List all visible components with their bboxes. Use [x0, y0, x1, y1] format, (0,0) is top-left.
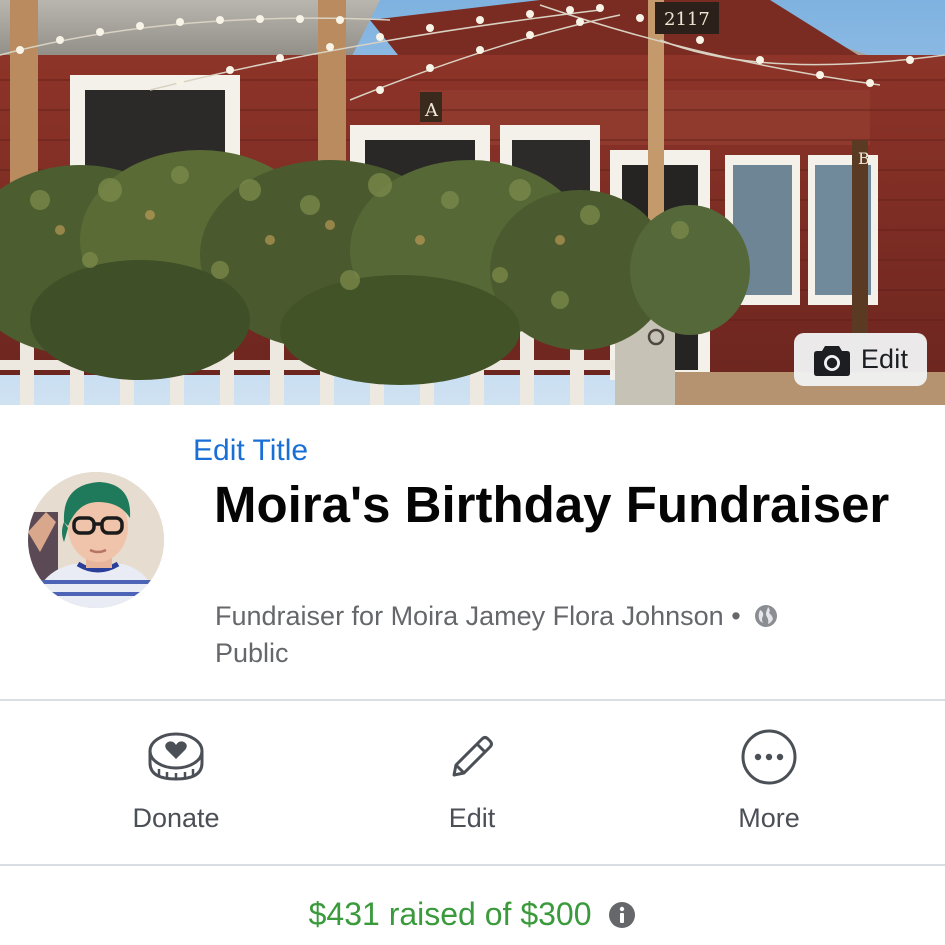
separator-dot: • [731, 601, 741, 631]
more-button[interactable]: More [669, 727, 869, 842]
more-dots-icon [741, 729, 797, 785]
house-number: 2117 [664, 9, 710, 30]
edit-cover-label: Edit [860, 344, 909, 374]
edit-cover-photo-button[interactable]: Edit [794, 333, 927, 386]
page-title: Moira's Birthday Fundraiser [214, 476, 890, 533]
profile-photo [28, 472, 164, 608]
globe-icon [755, 605, 778, 627]
camera-icon [813, 345, 850, 376]
edit-button[interactable]: Edit [372, 727, 572, 842]
edit-title-link[interactable]: Edit Title [193, 433, 308, 469]
divider-bottom [0, 864, 945, 866]
more-label: More [738, 803, 800, 833]
raised-summary: $431 raised of $300 [0, 894, 945, 934]
fundraiser-for-text: Fundraiser for Moira Jamey Flora Johnson [215, 601, 724, 631]
fundraiser-subtitle: Fundraiser for Moira Jamey Flora Johnson… [215, 598, 915, 672]
cover-photo: A B 2117 Edit [0, 0, 945, 405]
fundraiser-page: A B 2117 Edit Edit Title Moira's Birthda… [0, 0, 945, 945]
avatar[interactable] [28, 472, 164, 608]
pencil-icon [452, 736, 493, 777]
sign-letter-b: B [858, 149, 870, 168]
raised-text: $431 raised of $300 [308, 896, 592, 932]
donate-button[interactable]: Donate [76, 727, 276, 842]
divider-top [0, 699, 945, 701]
donate-label: Donate [132, 803, 220, 833]
sign-letter-a: A [424, 100, 439, 121]
info-icon[interactable] [608, 901, 636, 929]
donate-heart-coin-icon [148, 732, 204, 781]
edit-label: Edit [448, 803, 496, 833]
privacy-label: Public [215, 638, 289, 668]
